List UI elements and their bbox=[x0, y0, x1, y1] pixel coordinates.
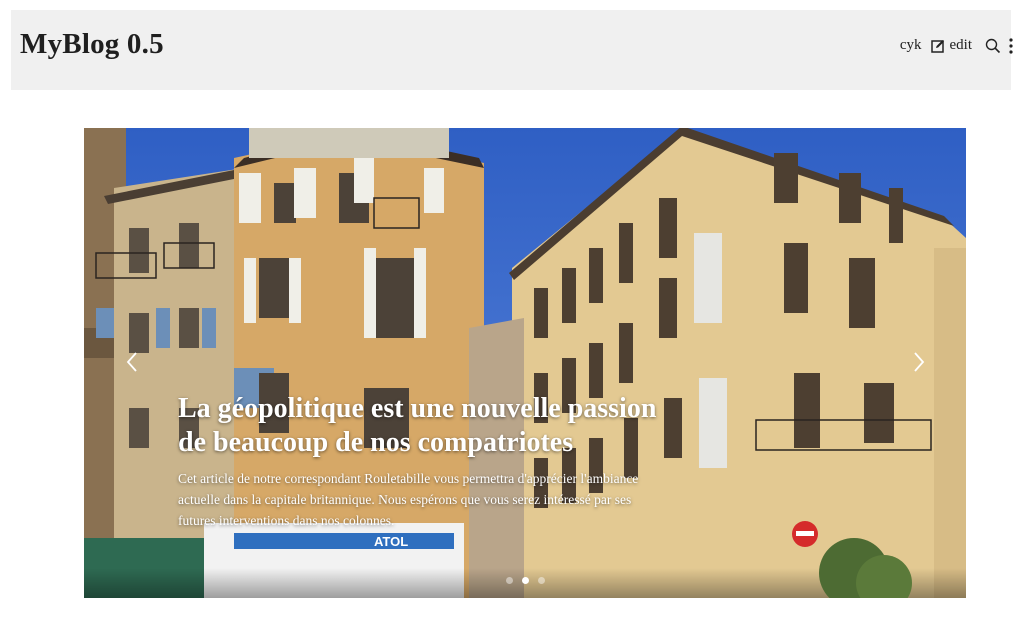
more-menu-button[interactable] bbox=[1009, 37, 1013, 54]
top-navbar: MyBlog 0.5 cyk edit bbox=[11, 10, 1013, 90]
slide-caption: La géopolitique est une nouvelle passion… bbox=[178, 392, 658, 531]
carousel-indicator-dot[interactable] bbox=[537, 577, 545, 584]
search-button[interactable] bbox=[985, 38, 1001, 54]
search-icon bbox=[985, 38, 1001, 53]
edit-icon bbox=[930, 39, 944, 53]
carousel-indicator-dot[interactable] bbox=[505, 577, 513, 584]
carousel-prev-button[interactable] bbox=[120, 350, 144, 374]
chevron-left-icon bbox=[126, 352, 137, 372]
edit-link[interactable]: edit bbox=[930, 37, 973, 54]
hero-carousel: ATOL La géopolitique est une nouvelle pa… bbox=[84, 128, 966, 598]
slide-title[interactable]: La géopolitique est une nouvelle passion… bbox=[178, 392, 658, 460]
carousel-indicators bbox=[84, 577, 966, 584]
carousel-indicator-dot[interactable] bbox=[521, 577, 529, 584]
navbar-actions: cyk edit bbox=[900, 37, 1013, 54]
carousel-next-button[interactable] bbox=[907, 350, 931, 374]
chevron-right-icon bbox=[914, 352, 925, 372]
slide-text: Cet article de notre correspondant Roule… bbox=[178, 471, 639, 528]
atol-sign: ATOL bbox=[374, 534, 408, 549]
edit-label: edit bbox=[949, 37, 973, 53]
more-vertical-icon bbox=[1009, 37, 1013, 54]
user-link[interactable]: cyk bbox=[900, 37, 922, 54]
site-brand[interactable]: MyBlog 0.5 bbox=[20, 28, 164, 61]
